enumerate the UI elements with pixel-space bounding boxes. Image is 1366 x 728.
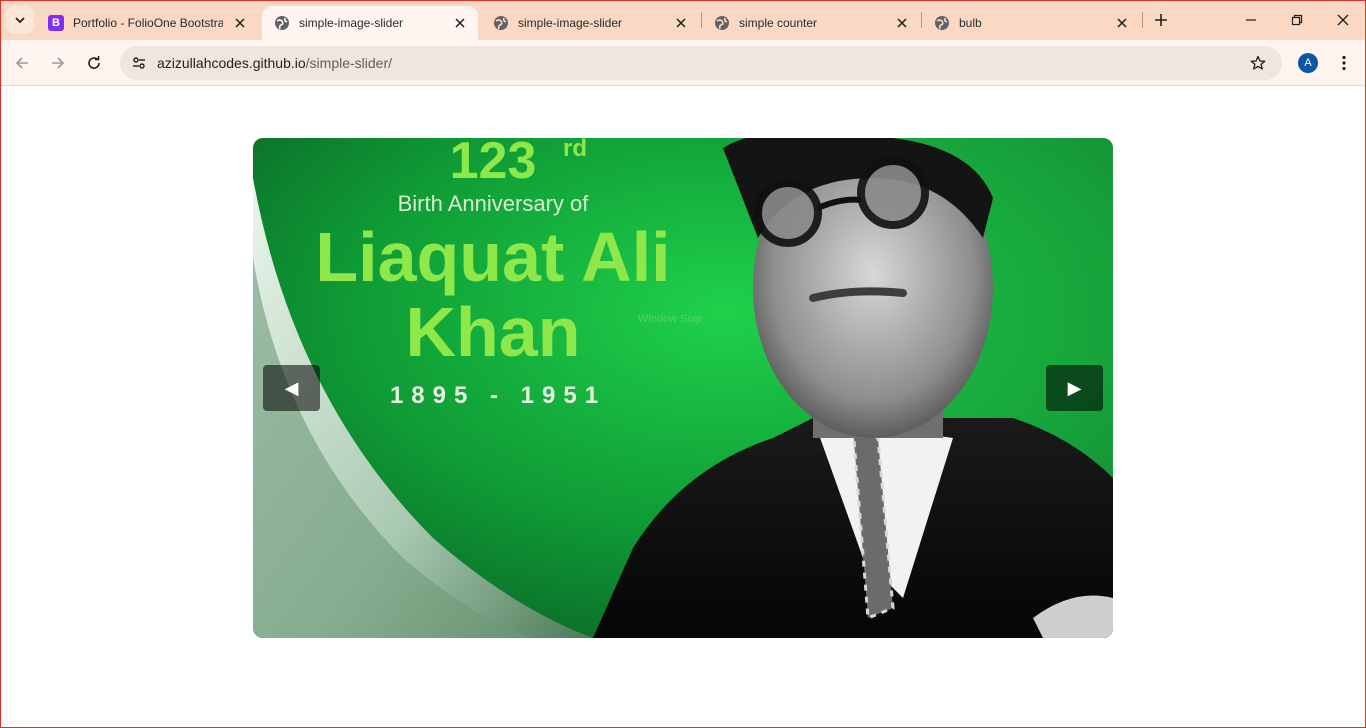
forward-button[interactable] (45, 50, 71, 76)
url-text[interactable]: azizullahcodes.github.io/simple-slider/ (157, 55, 392, 71)
tab-separator (1142, 12, 1143, 28)
reload-icon (88, 56, 100, 69)
tab-portfolio[interactable]: B Portfolio - FolioOne Bootstrap (36, 6, 258, 40)
tab-bulb[interactable]: bulb (922, 6, 1140, 40)
plus-icon (1155, 14, 1167, 26)
tab-title: Portfolio - FolioOne Bootstrap (73, 16, 223, 30)
close-tab-icon[interactable] (232, 15, 248, 31)
tab-simple-image-slider-active[interactable]: simple-image-slider (262, 6, 478, 40)
slide-name-line2: Khan (406, 293, 581, 371)
slide-name-line1: Liaquat Ali (315, 218, 670, 296)
tab-title: simple-image-slider (299, 16, 404, 30)
globe-icon (714, 15, 730, 31)
slide-subtitle: Birth Anniversary of (398, 191, 590, 216)
arrow-left-icon (15, 57, 28, 69)
url-path: /simple-slider/ (305, 55, 393, 71)
site-info-button[interactable] (126, 50, 152, 76)
url-domain: azizullahcodes.github.io (157, 55, 306, 71)
close-tab-icon[interactable] (894, 15, 910, 31)
reload-button[interactable] (81, 50, 107, 76)
next-slide-button[interactable]: ▶ (1046, 365, 1103, 411)
slide-image: 123 rd Birth Anniversary of Liaquat Ali … (253, 138, 1113, 638)
tab-title: simple counter (739, 16, 818, 30)
minimize-icon (1246, 19, 1256, 21)
close-window-button[interactable] (1331, 8, 1355, 32)
bookmark-star-button[interactable] (1248, 53, 1268, 73)
chevron-down-icon (15, 17, 25, 24)
restore-button[interactable] (1285, 8, 1309, 32)
restore-icon (1291, 14, 1303, 26)
tab-title: bulb (959, 16, 982, 30)
browser-toolbar: azizullahcodes.github.io/simple-slider/ … (0, 40, 1366, 86)
close-tab-icon[interactable] (1114, 15, 1130, 31)
arrow-right-icon (52, 57, 65, 69)
tab-simple-image-slider[interactable]: simple-image-slider (481, 6, 699, 40)
close-tab-icon[interactable] (452, 15, 468, 31)
tab-simple-counter[interactable]: simple counter (702, 6, 920, 40)
globe-icon (493, 15, 509, 31)
tab-title: simple-image-slider (518, 16, 623, 30)
browser-menu-button[interactable] (1334, 53, 1354, 73)
close-icon (1337, 14, 1349, 26)
new-tab-button[interactable] (1150, 9, 1172, 31)
tab-search-button[interactable] (6, 6, 34, 34)
back-button[interactable] (9, 50, 35, 76)
globe-icon (934, 15, 950, 31)
star-icon (1250, 55, 1266, 70)
tab-strip: B Portfolio - FolioOne Bootstrap simple-… (0, 0, 1366, 40)
globe-icon (274, 15, 290, 31)
slide-overlay-text: Window Snip (638, 313, 702, 325)
close-tab-icon[interactable] (673, 15, 689, 31)
minimize-button[interactable] (1239, 8, 1263, 32)
tune-icon (133, 57, 145, 69)
address-bar[interactable]: azizullahcodes.github.io/simple-slider/ (120, 46, 1282, 80)
previous-slide-button[interactable]: ◀ (263, 365, 320, 411)
slide-headline-suffix: rd (563, 138, 587, 162)
profile-avatar[interactable]: A (1298, 53, 1318, 73)
more-vert-icon (1342, 55, 1346, 71)
slide-headline-number: 123 (450, 138, 537, 190)
bootstrap-icon: B (48, 15, 64, 31)
slide-years: 1895 - 1951 (390, 382, 606, 409)
image-slider: 123 rd Birth Anniversary of Liaquat Ali … (253, 138, 1113, 638)
